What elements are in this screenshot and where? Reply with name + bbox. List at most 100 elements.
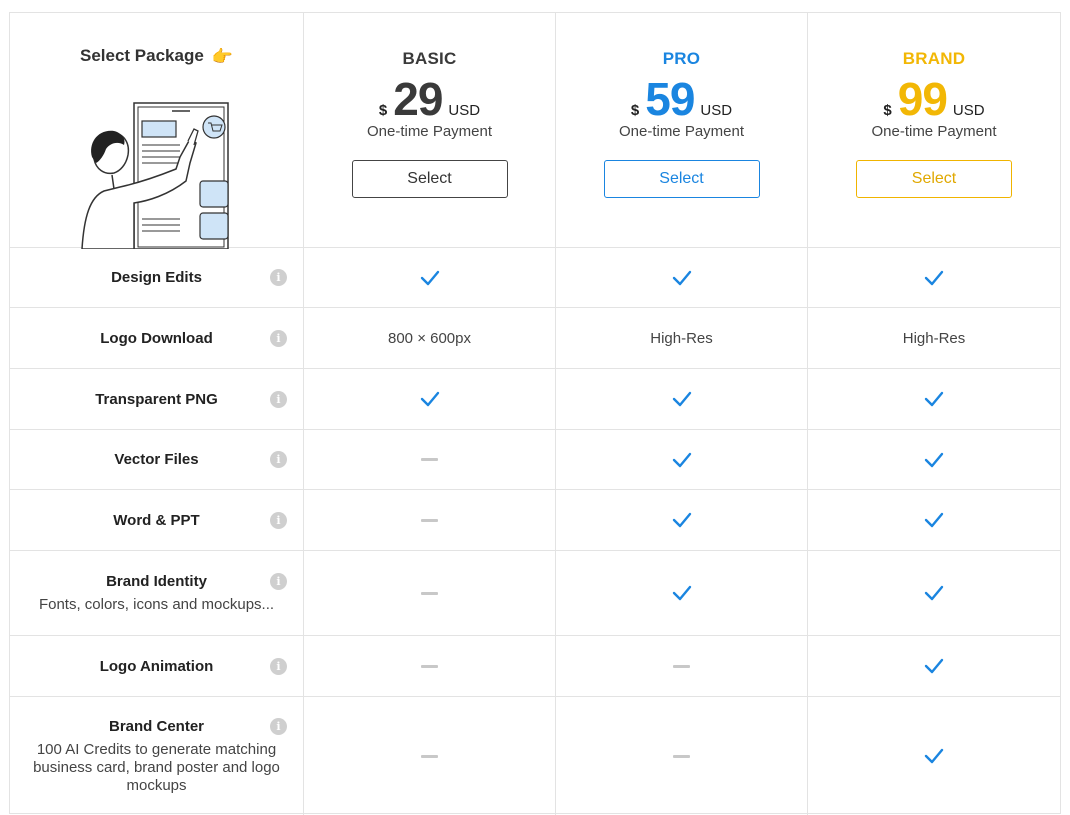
feature-label: Logo Animation i (10, 636, 304, 697)
feature-value-cell (304, 551, 556, 636)
dash-icon (421, 754, 438, 758)
feature-value-cell (556, 490, 808, 551)
feature-label: Logo Download i (10, 308, 304, 369)
feature-name: Brand Center (108, 717, 205, 735)
check-icon (672, 391, 691, 407)
check-icon (924, 658, 944, 674)
price-amount: 59 (645, 73, 695, 125)
feature-name: Brand Identity (106, 572, 207, 590)
feature-value-cell (556, 369, 808, 430)
feature-value-cell (556, 551, 808, 636)
feature-value-cell (304, 248, 556, 308)
check-icon (924, 270, 944, 285)
plan-name: BRAND (902, 49, 966, 68)
payment-type: One-time Payment (366, 123, 493, 140)
price: $ 99 USD (883, 73, 985, 125)
currency-symbol: $ (378, 102, 388, 119)
check-icon (420, 391, 439, 407)
feature-description: Fonts, colors, icons and mockups... (38, 595, 275, 613)
feature-value: High-Res (650, 329, 713, 347)
plan-pro-header: PRO $ 59 USD One-time Payment Select (556, 13, 808, 248)
feature-name: Transparent PNG (95, 390, 218, 408)
check-icon (924, 452, 944, 467)
dash-icon (421, 458, 438, 461)
feature-value-cell (808, 697, 1060, 815)
plan-name: BASIC (402, 49, 457, 68)
feature-name: Design Edits (111, 269, 202, 286)
select-package-title: Select Package 👉 (80, 46, 233, 66)
check-icon (672, 452, 691, 467)
pointing-hand-icon: 👉 (211, 46, 233, 66)
check-icon (924, 748, 944, 764)
check-icon (672, 270, 691, 285)
info-icon[interactable]: i (270, 573, 287, 590)
select-basic-button[interactable]: Select (351, 160, 508, 198)
feature-value-cell (304, 697, 556, 815)
feature-label: Word & PPT i (10, 490, 304, 551)
feature-value: High-Res (902, 329, 966, 347)
info-icon[interactable]: i (270, 511, 287, 529)
feature-value-cell (304, 430, 556, 490)
feature-value-cell: 800 × 600px (304, 308, 556, 369)
dash-icon (673, 754, 690, 758)
check-icon (924, 512, 944, 528)
feature-value-cell: High-Res (556, 308, 808, 369)
dash-icon (421, 518, 438, 522)
currency-unit: USD (700, 102, 733, 119)
info-icon[interactable]: i (270, 329, 287, 347)
currency-unit: USD (448, 102, 481, 119)
feature-label: Design Edits i (10, 248, 304, 308)
feature-description: 100 AI Credits to generate matching busi… (33, 740, 280, 794)
feature-name: Logo Download (100, 329, 213, 347)
pricing-table: Select Package 👉 BASIC $ 29 USD One-time… (9, 12, 1061, 815)
info-icon[interactable]: i (270, 451, 287, 468)
feature-name: Word & PPT (113, 511, 200, 529)
price-amount: 99 (897, 73, 948, 125)
feature-value-cell (556, 248, 808, 308)
person-pointing-illustration (81, 102, 229, 249)
select-package-label: Select Package (80, 46, 204, 65)
feature-value-cell: High-Res (808, 308, 1060, 369)
feature-name: Logo Animation (99, 657, 214, 675)
info-icon[interactable]: i (270, 269, 287, 286)
plan-brand-header: BRAND $ 99 USD One-time Payment Select (808, 13, 1060, 248)
feature-value-cell (304, 369, 556, 430)
feature-value-cell (808, 636, 1060, 697)
info-icon[interactable]: i (270, 718, 287, 735)
price: $ 29 USD (378, 73, 481, 125)
feature-label: Transparent PNG i (10, 369, 304, 430)
info-icon[interactable]: i (270, 390, 287, 408)
feature-value-cell (808, 248, 1060, 308)
price-amount: 29 (393, 73, 443, 125)
check-icon (420, 270, 439, 285)
feature-value-cell (304, 490, 556, 551)
feature-label: Vector Files i (10, 430, 304, 490)
select-pro-button[interactable]: Select (603, 160, 760, 198)
feature-value-cell (556, 636, 808, 697)
feature-value-cell (556, 430, 808, 490)
plan-name: PRO (662, 49, 701, 68)
feature-value-cell (808, 430, 1060, 490)
info-icon[interactable]: i (270, 657, 287, 675)
feature-value-cell (808, 369, 1060, 430)
dash-icon (673, 664, 690, 668)
check-icon (924, 585, 944, 601)
dash-icon (421, 664, 438, 668)
payment-type: One-time Payment (618, 123, 745, 140)
feature-value-cell (808, 551, 1060, 636)
select-brand-button[interactable]: Select (856, 160, 1012, 198)
check-icon (672, 512, 691, 528)
feature-value-cell (304, 636, 556, 697)
feature-value-cell (556, 697, 808, 815)
currency-symbol: $ (630, 102, 640, 119)
currency-unit: USD (952, 102, 985, 119)
feature-value-cell (808, 490, 1060, 551)
payment-type: One-time Payment (871, 123, 997, 140)
check-icon (924, 391, 944, 407)
feature-label: Brand Center 100 AI Credits to generate m… (10, 697, 304, 815)
plan-basic-header: BASIC $ 29 USD One-time Payment Select (304, 13, 556, 248)
feature-name: Vector Files (114, 451, 199, 468)
header-select-package: Select Package 👉 (10, 13, 304, 249)
check-icon (672, 585, 691, 601)
feature-value: 800 × 600px (388, 329, 471, 347)
